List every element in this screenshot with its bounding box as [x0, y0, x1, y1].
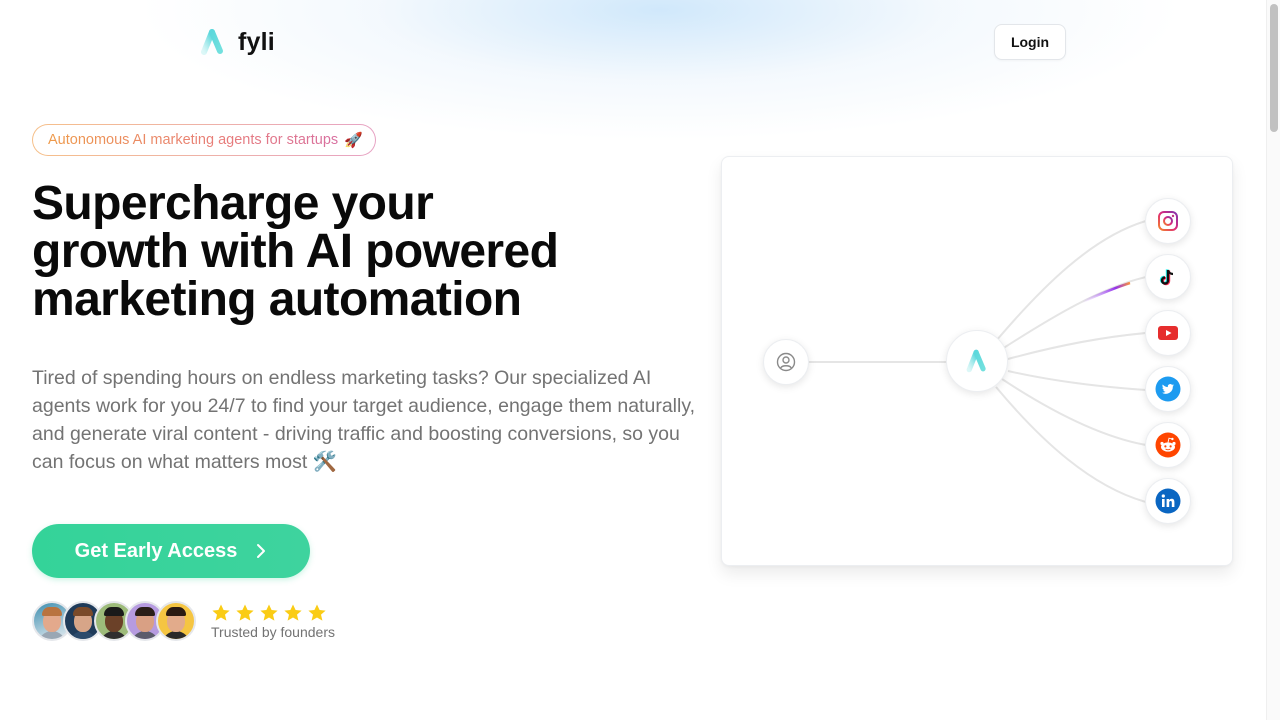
user-circle-icon	[776, 352, 796, 372]
twitter-icon	[1155, 376, 1181, 402]
fyli-logo-icon	[966, 349, 986, 373]
star-icon	[284, 604, 302, 621]
connection-line-youtube	[1007, 332, 1147, 360]
cta-label: Get Early Access	[74, 539, 238, 562]
reddit-icon	[1155, 432, 1181, 458]
star-icon	[236, 604, 254, 621]
scrollbar-thumb[interactable]	[1270, 4, 1278, 132]
star-icon	[308, 604, 326, 621]
avatar	[156, 601, 196, 641]
trusted-label: Trusted by founders	[211, 623, 335, 640]
chevron-right-icon	[257, 544, 266, 558]
star-icon	[212, 604, 230, 621]
hero-headline: Supercharge your growth with AI powered …	[32, 180, 672, 324]
rating: Trusted by founders	[211, 603, 335, 640]
social-proof: Trusted by founders	[32, 601, 335, 641]
channel-instagram[interactable]	[1145, 198, 1191, 244]
tagline-text: Autonomous AI marketing agents for start…	[48, 132, 339, 148]
channel-reddit[interactable]	[1145, 422, 1191, 468]
headline-line: marketing automation	[32, 273, 522, 326]
tiktok-active-pulse	[1081, 281, 1131, 304]
page-scrollbar[interactable]	[1266, 0, 1280, 720]
star-rating	[211, 603, 335, 623]
instagram-icon	[1158, 211, 1178, 231]
headline-line: growth with AI powered	[32, 225, 559, 278]
login-button[interactable]: Login	[994, 24, 1066, 60]
fyli-logo-icon	[201, 29, 223, 55]
tagline-badge: Autonomous AI marketing agents for start…	[32, 124, 376, 156]
channel-twitter[interactable]	[1145, 366, 1191, 412]
brand-name: fyli	[238, 27, 275, 56]
channel-tiktok[interactable]	[1145, 254, 1191, 300]
founder-avatars	[32, 601, 196, 641]
tiktok-icon	[1159, 269, 1174, 286]
top-nav: fyli Login	[0, 0, 1266, 84]
channel-diagram-card	[721, 156, 1233, 566]
get-early-access-button[interactable]: Get Early Access	[32, 524, 310, 578]
source-node	[763, 339, 809, 385]
connection-line-twitter	[1007, 370, 1147, 391]
rocket-icon: 🚀	[344, 132, 363, 149]
star-icon	[260, 604, 278, 621]
hero-description: Tired of spending hours on endless marke…	[32, 367, 696, 473]
connection-line-tiktok	[1001, 276, 1147, 350]
connection-line-instagram	[995, 220, 1147, 342]
channel-youtube[interactable]	[1145, 310, 1191, 356]
headline-line: Supercharge your	[32, 177, 434, 230]
linkedin-icon	[1155, 488, 1181, 514]
brand[interactable]: fyli	[198, 27, 275, 57]
fyli-hub-node	[946, 330, 1008, 392]
connection-line-linkedin	[995, 386, 1147, 503]
channel-linkedin[interactable]	[1145, 478, 1191, 524]
youtube-icon	[1158, 326, 1178, 340]
